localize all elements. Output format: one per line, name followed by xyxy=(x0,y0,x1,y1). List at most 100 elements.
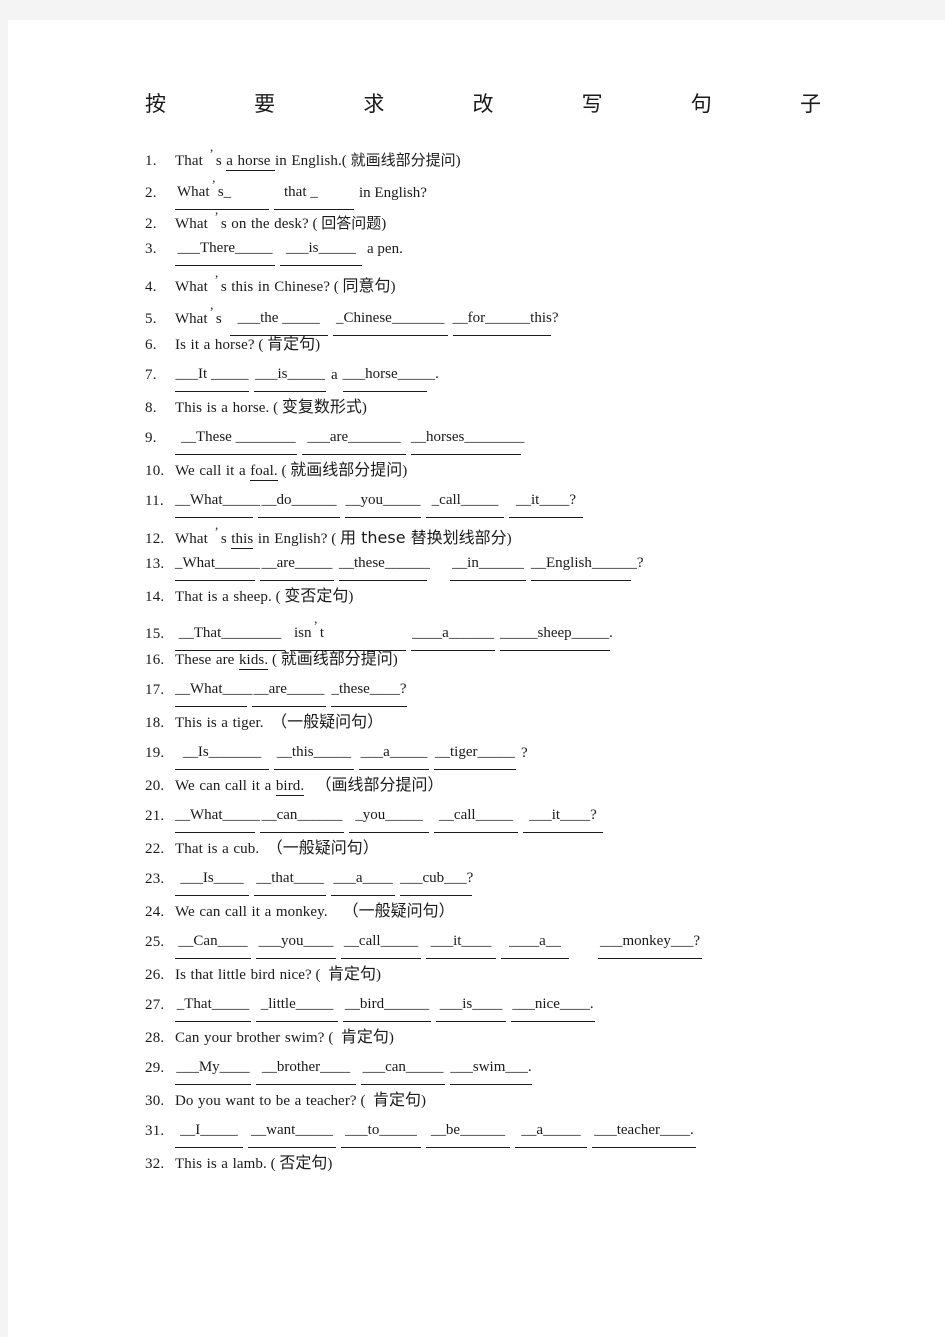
answer-blank[interactable]: __a_____ xyxy=(515,1115,587,1149)
answer-blank[interactable]: ___a____ xyxy=(331,863,395,897)
answer-blank[interactable]: ___My____ xyxy=(175,1052,251,1086)
answer-blank[interactable]: __call_____ xyxy=(341,926,421,960)
answer-blank[interactable]: __can______ xyxy=(260,800,344,834)
item-number: 24. xyxy=(145,904,165,921)
answer-blank[interactable]: __be______ xyxy=(426,1115,510,1149)
exercise-item: 2. What’ s_ that _ in English? xyxy=(145,171,845,211)
answer-blank[interactable]: ___Is____ xyxy=(175,863,249,897)
answer-blank[interactable]: isn’ t xyxy=(290,611,406,652)
item-number: 26. xyxy=(145,967,165,984)
title-char-2: 求 xyxy=(363,92,385,116)
answer-blank[interactable]: __What_____ xyxy=(175,485,260,519)
instruction-cn: （画线部分提问） xyxy=(315,775,444,795)
answer-blank[interactable]: ___swim___. xyxy=(450,1052,532,1086)
item-text: This is a lamb. ( 否定句) xyxy=(175,1153,333,1173)
answer-blank[interactable]: ___is_____ xyxy=(254,359,326,393)
instruction-cn: （一般疑问句） xyxy=(271,712,384,732)
answer-blank[interactable]: ___the _____ xyxy=(229,303,328,337)
answer-blank[interactable]: that _ xyxy=(274,177,354,211)
instruction-cn: （一般疑问句） xyxy=(342,901,455,921)
answer-blank[interactable]: __brother____ xyxy=(256,1052,356,1086)
instruction-cn: 否定句 xyxy=(279,1153,328,1173)
answer-blank[interactable]: What’ s_ xyxy=(175,170,269,211)
answer-blank[interactable]: _____sheep_____. xyxy=(500,618,613,652)
answer-blank[interactable]: ___teacher____. xyxy=(592,1115,696,1149)
answer-blank[interactable]: _little_____ xyxy=(256,989,338,1023)
answer-blank[interactable]: __Can____ xyxy=(175,926,251,960)
answer-blank[interactable]: ___is_____ xyxy=(280,233,362,267)
item-number: 10. xyxy=(145,463,165,480)
answer-blank[interactable]: __Is_______ xyxy=(175,737,269,771)
item-text: _What______ __are_____ __these______ __in__… xyxy=(175,549,845,583)
answer-blank[interactable]: ___cub___? xyxy=(400,863,473,897)
answer-blank[interactable]: __What____ xyxy=(175,674,252,708)
item-number: 3. xyxy=(145,240,157,257)
answer-blank[interactable]: _What______ xyxy=(175,548,260,582)
answer-blank[interactable]: __are_____ xyxy=(252,674,326,708)
exercise-item: 24. We can call it a monkey. （一般疑问句） xyxy=(145,895,845,927)
answer-blank[interactable]: __want_____ xyxy=(248,1115,336,1149)
exercise-item: 26. Is that little bird nice? ( 肯定句) xyxy=(145,958,845,990)
item-text: We can call it a bird. （画线部分提问） xyxy=(175,775,444,797)
answer-blank[interactable]: __These ________ xyxy=(175,422,297,456)
answer-blank[interactable]: ___nice____. xyxy=(511,989,595,1023)
item-text: Is that little bird nice? ( 肯定句) xyxy=(175,964,382,984)
answer-blank[interactable]: ___can_____ xyxy=(361,1052,445,1086)
answer-blank[interactable]: __call_____ xyxy=(434,800,518,834)
exercise-item: 8. This is a horse. ( 变复数形式) xyxy=(145,391,845,423)
answer-blank[interactable]: __that____ xyxy=(254,863,326,897)
answer-blank[interactable]: ____a______ xyxy=(411,618,495,652)
answer-blank[interactable]: ___It _____ xyxy=(175,359,249,393)
answer-blank[interactable]: ___monkey___? xyxy=(598,926,702,960)
answer-blank[interactable]: ___you____ xyxy=(256,926,336,960)
answer-blank[interactable]: __tiger_____ xyxy=(434,737,516,771)
answer-blank[interactable]: __are_____ xyxy=(260,548,334,582)
answer-blank[interactable]: ___horse_____. xyxy=(342,359,439,393)
answer-blank[interactable]: __do______ xyxy=(258,485,340,519)
answer-blank[interactable]: _you_____ xyxy=(349,800,429,834)
answer-blank[interactable]: ___are_______ xyxy=(302,422,406,456)
answer-blank[interactable]: __I_____ xyxy=(175,1115,243,1149)
item-number: 16. xyxy=(145,652,165,669)
item-text: That is a sheep. ( 变否定句) xyxy=(175,586,354,606)
item-text: We call it a foal. ( 就画线部分提问) xyxy=(175,460,408,482)
exercise-item: 23. ___Is____ __that____ ___a____ ___cub___… xyxy=(145,864,845,898)
answer-blank[interactable]: __What_____ xyxy=(175,800,260,834)
title-char-5: 句 xyxy=(690,92,712,116)
answer-blank[interactable]: _That_____ xyxy=(175,989,251,1023)
answer-blank[interactable]: ____a__ xyxy=(501,926,569,960)
answer-blank[interactable]: __for______this? xyxy=(452,303,559,337)
answer-blank[interactable]: __it____? xyxy=(509,485,583,519)
title-char-0: 按 xyxy=(145,92,166,116)
answer-blank[interactable]: __That________ xyxy=(175,618,285,652)
answer-blank[interactable]: _call_____ xyxy=(426,485,504,519)
answer-blank[interactable]: ___There_____ xyxy=(175,233,275,267)
answer-blank[interactable]: __bird______ xyxy=(343,989,431,1023)
answer-blank[interactable]: ___is____ xyxy=(436,989,506,1023)
exercise-item: 14. That is a sheep. ( 变否定句) xyxy=(145,580,845,612)
exercise-item: 7. ___It _____ ___is_____ a ___horse_____. xyxy=(145,359,845,393)
answer-blank[interactable]: __these______ xyxy=(339,548,430,582)
answer-blank[interactable]: _these____? xyxy=(331,674,407,708)
item-number: 18. xyxy=(145,715,165,732)
answer-blank[interactable]: ___a_____ xyxy=(359,737,429,771)
answer-blank[interactable]: _Chinese_______ xyxy=(332,303,448,337)
answer-blank[interactable]: __in______ xyxy=(450,548,526,582)
answer-blank[interactable]: __horses________ xyxy=(411,422,524,456)
answer-blank[interactable]: ___it____ xyxy=(426,926,496,960)
answer-blank[interactable]: ___it____? xyxy=(523,800,603,834)
answer-blank[interactable]: __English______? xyxy=(531,548,644,582)
answer-blank[interactable]: __you_____ xyxy=(345,485,421,519)
title-char-1: 要 xyxy=(254,92,276,116)
item-number: 11. xyxy=(145,492,164,509)
item-number: 17. xyxy=(145,681,165,698)
answer-blank[interactable]: __this_____ xyxy=(274,737,354,771)
item-text: This is a tiger. （一般疑问句） xyxy=(175,712,384,732)
item-text: __What_____ __can______ _you_____ __call___… xyxy=(175,801,845,835)
item-tail: ? xyxy=(521,744,528,761)
page-title: 按 要 求 改 写 句 子 xyxy=(145,92,821,117)
item-text: ___Is____ __that____ ___a____ ___cub___? xyxy=(175,864,845,898)
exercise-item: 28. Can your brother swim? ( 肯定句) xyxy=(145,1021,845,1053)
exercise-item: 12. What’ s this in English? ( 用 these 替换划线… xyxy=(145,517,845,550)
answer-blank[interactable]: ___to_____ xyxy=(341,1115,421,1149)
